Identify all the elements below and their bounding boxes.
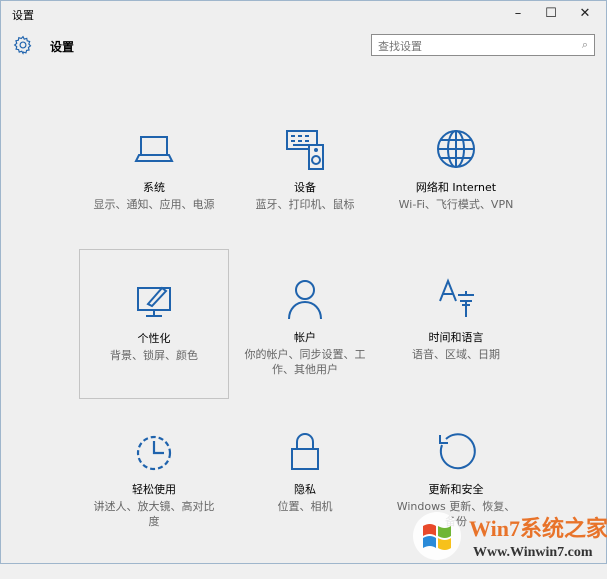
tile-network[interactable]: 网络和 Internet Wi-Fi、飞行模式、VPN bbox=[381, 127, 531, 277]
svg-text:Win7系统之家: Win7系统之家 bbox=[469, 516, 607, 541]
tile-desc: 显示、通知、应用、电源 bbox=[93, 198, 215, 211]
tile-desc: 你的帐户、同步设置、工作、其他用户 bbox=[244, 348, 366, 376]
tile-name: 更新和安全 bbox=[428, 483, 484, 496]
close-button[interactable]: ✕ bbox=[568, 3, 602, 25]
tile-time-language[interactable]: 时间和语言 语音、区域、日期 bbox=[381, 277, 531, 427]
tile-name: 隐私 bbox=[294, 483, 316, 496]
person-icon bbox=[288, 280, 322, 320]
maximize-button[interactable]: ☐ bbox=[534, 3, 568, 25]
tile-name: 个性化 bbox=[137, 332, 171, 345]
svg-text:Www.Winwin7.com: Www.Winwin7.com bbox=[473, 545, 593, 560]
watermark-logo: Win7系统之家 Www.Winwin7.com bbox=[409, 506, 607, 564]
tile-desc: 位置、相机 bbox=[277, 500, 333, 513]
tile-desc: 背景、锁屏、颜色 bbox=[110, 349, 198, 362]
ease-of-access-icon bbox=[136, 435, 172, 471]
search-icon[interactable]: ⌕ bbox=[582, 38, 588, 52]
tile-name: 轻松使用 bbox=[132, 483, 176, 496]
laptop-icon bbox=[134, 136, 174, 162]
tile-devices[interactable]: 设备 蓝牙、打印机、鼠标 bbox=[230, 127, 380, 277]
title-bar: 设置 – ☐ ✕ bbox=[1, 1, 606, 29]
tile-desc: 蓝牙、打印机、鼠标 bbox=[255, 198, 355, 211]
tile-personalization[interactable]: 个性化 背景、锁屏、颜色 bbox=[79, 249, 229, 399]
minimize-button[interactable]: – bbox=[501, 3, 535, 25]
devices-icon bbox=[286, 130, 324, 170]
tile-accounts[interactable]: 帐户 你的帐户、同步设置、工作、其他用户 bbox=[230, 277, 380, 427]
tile-name: 帐户 bbox=[294, 331, 316, 344]
time-language-icon bbox=[439, 278, 474, 317]
tile-desc: 语音、区域、日期 bbox=[412, 348, 500, 361]
tile-name: 系统 bbox=[143, 181, 165, 194]
update-icon bbox=[439, 433, 476, 470]
tile-desc: 讲述人、放大镜、高对比度 bbox=[93, 500, 215, 528]
settings-window: 设置 – ☐ ✕ 设置 ⌕ 系统 显示、通知、应用、电源 设备 蓝牙、打印机、鼠… bbox=[0, 0, 607, 564]
personalization-icon bbox=[137, 286, 171, 317]
tile-name: 时间和语言 bbox=[428, 331, 484, 344]
gear-icon bbox=[13, 35, 33, 55]
window-title: 设置 bbox=[12, 9, 34, 22]
tile-name: 设备 bbox=[294, 181, 316, 194]
search-input[interactable] bbox=[372, 36, 562, 57]
lock-icon bbox=[291, 433, 319, 470]
tile-privacy[interactable]: 隐私 位置、相机 bbox=[230, 429, 380, 579]
globe-icon bbox=[437, 130, 475, 168]
tile-desc: Wi-Fi、飞行模式、VPN bbox=[398, 198, 514, 211]
tile-ease-of-access[interactable]: 轻松使用 讲述人、放大镜、高对比度 bbox=[79, 429, 229, 579]
search-box[interactable]: ⌕ bbox=[371, 34, 595, 57]
tile-name: 网络和 Internet bbox=[415, 181, 497, 194]
page-title: 设置 bbox=[50, 40, 75, 54]
